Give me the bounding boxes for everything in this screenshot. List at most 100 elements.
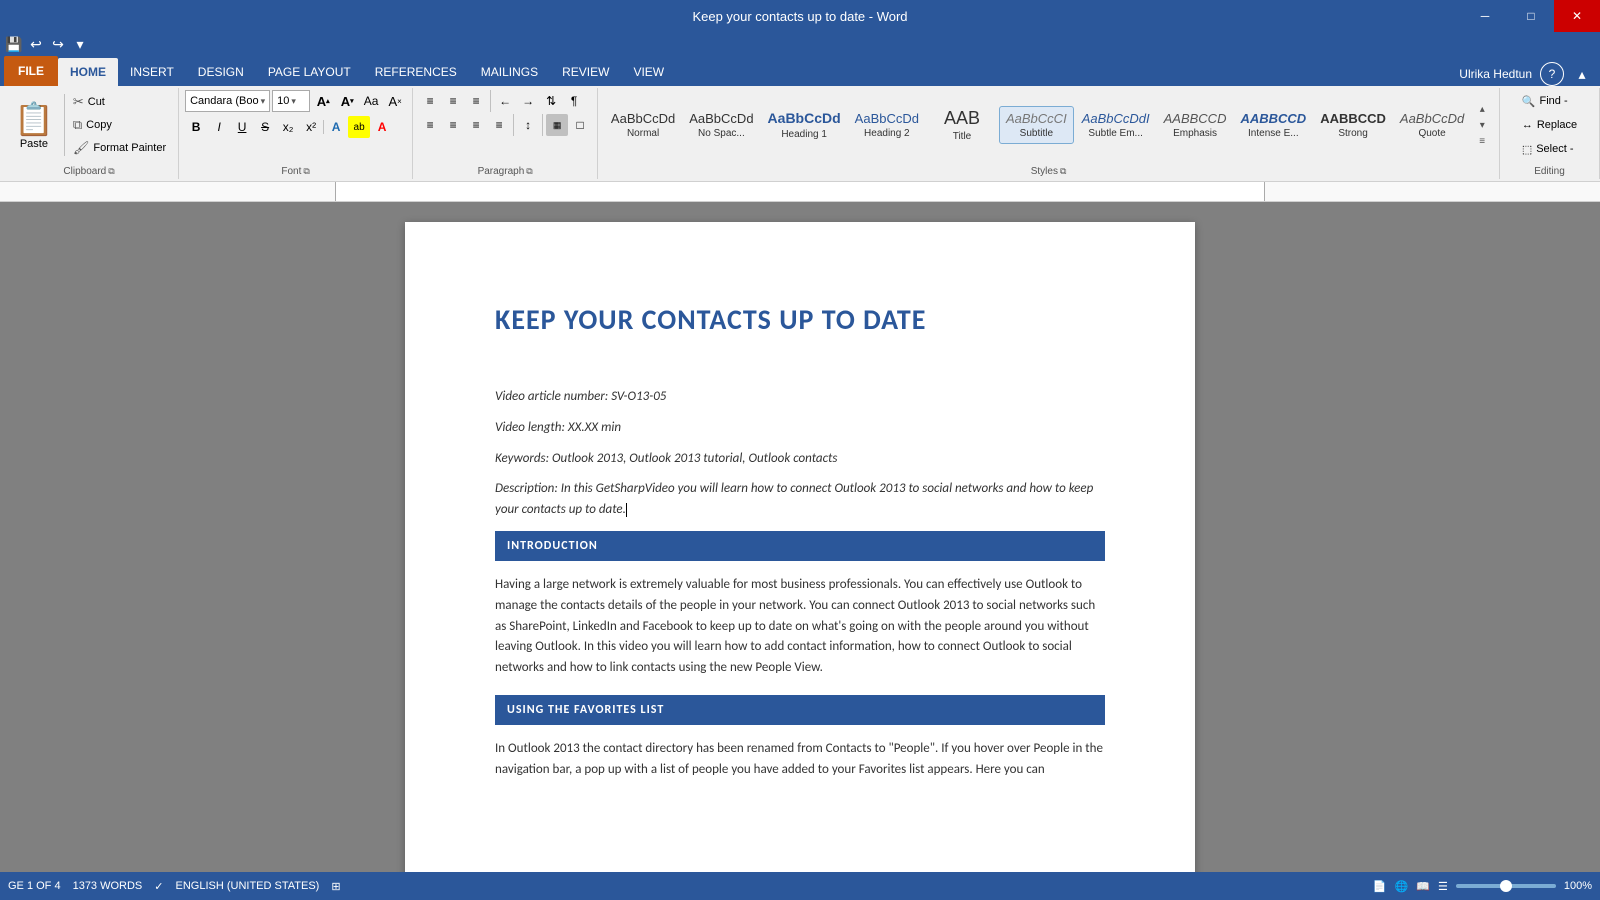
select-icon: ⬚	[1522, 143, 1532, 156]
paragraph-row2: ≡ ≡ ≡ ≡ ↕ ▦ □	[419, 114, 591, 136]
view-web-icon[interactable]: 🌐	[1395, 880, 1409, 893]
find-button[interactable]: 🔍 Find -	[1516, 90, 1574, 112]
zoom-slider[interactable]	[1456, 884, 1556, 888]
style-title[interactable]: AAB Title	[927, 104, 997, 147]
view-read-icon[interactable]: 📖	[1416, 880, 1430, 893]
window-controls: ─ □ ✕	[1462, 0, 1600, 32]
style-intense-em-preview: AABBCCD	[1240, 111, 1306, 127]
style-title-label: Title	[953, 131, 972, 142]
maximize-button[interactable]: □	[1508, 0, 1554, 32]
tab-design[interactable]: DESIGN	[186, 58, 256, 86]
shading-button[interactable]: ▦	[546, 114, 568, 136]
undo-quick-btn[interactable]: ↩	[26, 34, 46, 54]
select-button[interactable]: ⬚ Select -	[1516, 138, 1580, 160]
ribbon-minimize-btn[interactable]: ▴	[1572, 64, 1592, 84]
decrease-indent-button[interactable]: ←	[494, 90, 516, 112]
zoom-thumb	[1500, 880, 1512, 892]
sort-button[interactable]: ⇅	[540, 90, 562, 112]
para-divider3	[542, 114, 543, 136]
style-intense-em-label: Intense E...	[1248, 128, 1299, 139]
view-outline-icon[interactable]: ☰	[1438, 880, 1448, 893]
paste-button[interactable]: 📋 Paste	[6, 90, 62, 160]
style-subtitle[interactable]: AaBbCcCI Subtitle	[999, 106, 1074, 145]
document-area[interactable]: KEEP YOUR CONTACTS UP TO DATE Video arti…	[0, 202, 1600, 874]
style-emphasis[interactable]: AABBCCD Emphasis	[1158, 107, 1233, 144]
format-painter-button[interactable]: 🖌 Format Painter	[67, 137, 172, 159]
font-color-button[interactable]: A	[371, 116, 393, 138]
multilevel-button[interactable]: ≡	[465, 90, 487, 112]
status-bar: GE 1 OF 4 1373 WORDS ✓ ENGLISH (UNITED S…	[0, 872, 1600, 900]
style-intense-em[interactable]: AABBCCD Intense E...	[1234, 107, 1312, 144]
style-heading1[interactable]: AaBbCcDd Heading 1	[762, 106, 847, 144]
save-quick-btn[interactable]: 💾	[4, 34, 24, 54]
font-size-field[interactable]: 10 ▾	[272, 90, 310, 112]
text-effects-button[interactable]: A	[325, 116, 347, 138]
font-name-field[interactable]: Candara (Boo ▾	[185, 90, 270, 112]
styles-scroll-up[interactable]: ▴	[1474, 102, 1490, 116]
style-subtle-em[interactable]: AaBbCcDdI Subtle Em...	[1076, 107, 1156, 144]
align-right-button[interactable]: ≡	[465, 114, 487, 136]
font-expand[interactable]: ⧉	[303, 166, 309, 177]
increase-font-button[interactable]: A▴	[312, 90, 334, 112]
bullets-button[interactable]: ≡	[419, 90, 441, 112]
clear-format-button[interactable]: A×	[384, 90, 406, 112]
tab-insert[interactable]: INSERT	[118, 58, 186, 86]
styles-content: AaBbCcDd Normal AaBbCcDd No Spac... AaBb…	[605, 90, 1492, 164]
view-print-icon[interactable]: 📄	[1373, 880, 1387, 893]
spell-check-icon[interactable]: ✓	[154, 880, 163, 893]
quick-access-dropdown[interactable]: ▾	[70, 34, 90, 54]
tab-page-layout[interactable]: PAGE LAYOUT	[256, 58, 363, 86]
find-label: Find -	[1540, 95, 1568, 107]
minimize-button[interactable]: ─	[1462, 0, 1508, 32]
styles-scroll-controls: ▴ ▾ ≡	[1472, 102, 1492, 148]
cut-button[interactable]: ✂ Cut	[67, 91, 172, 113]
clipboard-expand[interactable]: ⧉	[108, 166, 114, 177]
style-heading2[interactable]: AaBbCcDd Heading 2	[849, 107, 925, 144]
style-normal[interactable]: AaBbCcDd Normal	[605, 107, 681, 144]
change-case-button[interactable]: Aa	[360, 90, 382, 112]
text-highlight-button[interactable]: ab	[348, 116, 370, 138]
borders-button[interactable]: □	[569, 114, 591, 136]
subscript-button[interactable]: x₂	[277, 116, 299, 138]
paragraph-expand[interactable]: ⧉	[526, 166, 532, 177]
line-spacing-button[interactable]: ↕	[517, 114, 539, 136]
show-marks-button[interactable]: ¶	[563, 90, 585, 112]
increase-indent-button[interactable]: →	[517, 90, 539, 112]
replace-icon: ↔	[1522, 119, 1533, 131]
justify-button[interactable]: ≡	[488, 114, 510, 136]
style-title-preview: AAB	[944, 108, 980, 130]
replace-button[interactable]: ↔ Replace	[1516, 114, 1583, 136]
quick-access-toolbar: 💾 ↩ ↪ ▾	[0, 32, 1600, 56]
tab-references[interactable]: REFERENCES	[363, 58, 469, 86]
tab-home[interactable]: HOME	[58, 58, 118, 86]
numbering-button[interactable]: ≡	[442, 90, 464, 112]
copy-button[interactable]: ⧉ Copy	[67, 114, 172, 136]
close-button[interactable]: ✕	[1554, 0, 1600, 32]
underline-button[interactable]: U	[231, 116, 253, 138]
styles-more[interactable]: ≡	[1474, 134, 1490, 148]
tab-file[interactable]: FILE	[4, 56, 58, 86]
clipboard-divider	[64, 94, 65, 156]
style-no-spacing[interactable]: AaBbCcDd No Spac...	[683, 107, 759, 144]
style-quote[interactable]: AaBbCcDd Quote	[1394, 107, 1470, 144]
align-left-button[interactable]: ≡	[419, 114, 441, 136]
align-center-button[interactable]: ≡	[442, 114, 464, 136]
tab-mailings[interactable]: MAILINGS	[469, 58, 550, 86]
styles-scroll-down[interactable]: ▾	[1474, 118, 1490, 132]
section2-body: In Outlook 2013 the contact directory ha…	[495, 739, 1105, 781]
paste-icon: 📋	[14, 100, 54, 138]
decrease-font-button[interactable]: A▾	[336, 90, 358, 112]
italic-button[interactable]: I	[208, 116, 230, 138]
style-strong[interactable]: AABBCCD Strong	[1314, 107, 1392, 144]
superscript-button[interactable]: x²	[300, 116, 322, 138]
bold-button[interactable]: B	[185, 116, 207, 138]
tab-review[interactable]: REVIEW	[550, 58, 621, 86]
redo-quick-btn[interactable]: ↪	[48, 34, 68, 54]
ribbon-tabs: FILE HOME INSERT DESIGN PAGE LAYOUT REFE…	[0, 56, 1600, 86]
styles-expand[interactable]: ⧉	[1060, 166, 1066, 177]
help-button[interactable]: ?	[1540, 62, 1564, 86]
tab-view[interactable]: VIEW	[621, 58, 676, 86]
search-icon: 🔍	[1522, 95, 1536, 108]
strikethrough-button[interactable]: S	[254, 116, 276, 138]
track-changes-icon: ⊞	[331, 880, 340, 893]
